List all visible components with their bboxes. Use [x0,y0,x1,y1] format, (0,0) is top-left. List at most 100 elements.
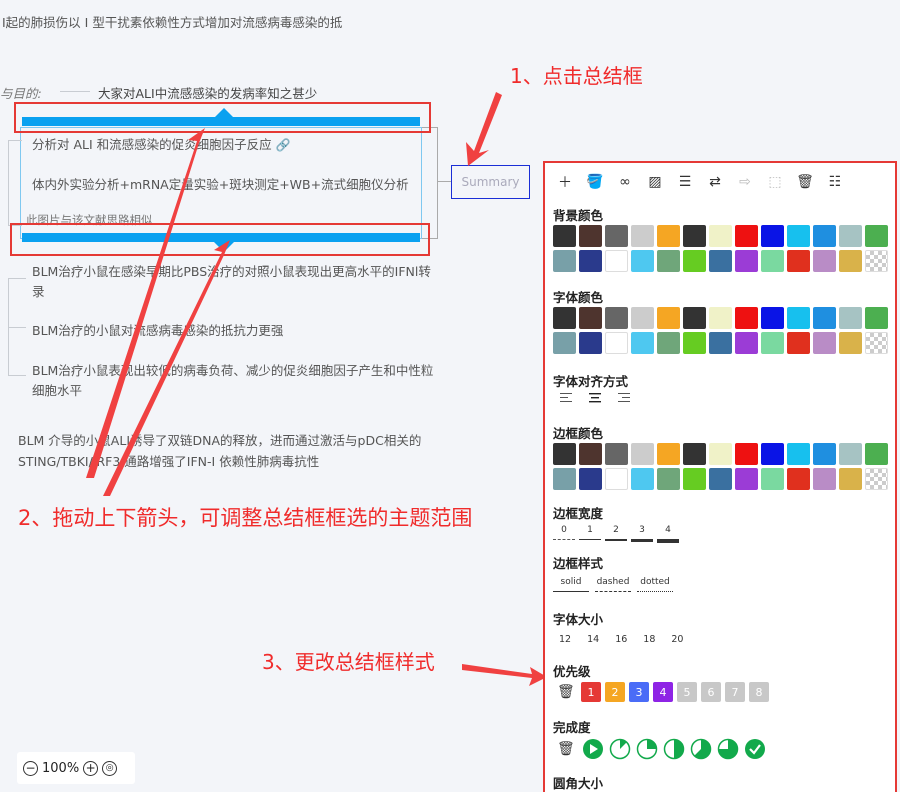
color-swatch[interactable] [657,332,680,354]
zoom-in-icon[interactable]: + [83,760,99,776]
dashed-box-icon[interactable]: ⬚ [763,171,787,193]
border-width-option[interactable]: 1 [579,525,601,543]
progress-half-icon[interactable] [663,738,685,760]
color-swatch[interactable] [683,250,706,272]
border-width-option[interactable]: 4 [657,525,679,543]
color-swatch[interactable] [657,443,680,465]
color-swatch[interactable] [709,307,732,329]
color-swatch[interactable] [579,250,602,272]
color-swatch[interactable] [605,468,628,490]
color-swatch[interactable] [839,468,862,490]
link-icon[interactable]: ∞ [613,171,637,193]
color-swatch[interactable] [553,332,576,354]
progress-three-quarter-icon[interactable] [717,738,739,760]
progress-done-icon[interactable] [744,738,766,760]
color-swatch[interactable] [787,307,810,329]
color-swatch[interactable] [761,250,784,272]
color-swatch[interactable] [631,307,654,329]
color-swatch[interactable] [735,443,758,465]
color-swatch[interactable] [839,443,862,465]
color-swatch[interactable] [787,225,810,247]
color-swatch[interactable] [579,225,602,247]
color-swatch-none[interactable] [865,332,888,354]
color-swatch[interactable] [657,468,680,490]
priority-8[interactable]: 8 [749,682,769,702]
color-swatch[interactable] [605,250,628,272]
color-swatch[interactable] [709,443,732,465]
paint-bucket-icon[interactable]: 🪣 [583,171,607,193]
tag-icon[interactable]: ⇨ [733,171,757,193]
color-swatch[interactable] [761,332,784,354]
color-swatch[interactable] [735,307,758,329]
priority-5[interactable]: 5 [677,682,697,702]
priority-1[interactable]: 1 [581,682,601,702]
image-icon[interactable]: ▨ [643,171,667,193]
priority-2[interactable]: 2 [605,682,625,702]
locate-center-icon[interactable]: ◎ [102,760,118,776]
color-swatch[interactable] [787,332,810,354]
color-swatch[interactable] [631,225,654,247]
color-swatch-none[interactable] [865,250,888,272]
trash-icon[interactable]: 🗑 [557,684,577,700]
color-swatch[interactable] [605,443,628,465]
color-swatch[interactable] [657,250,680,272]
font-size-option[interactable]: 12 [559,634,571,645]
color-swatch[interactable] [553,443,576,465]
color-swatch[interactable] [761,468,784,490]
color-swatch[interactable] [813,332,836,354]
structure-icon[interactable]: ☷ [823,171,847,193]
note-icon[interactable]: ☰ [673,171,697,193]
border-style-dotted[interactable]: dotted [637,577,673,592]
color-swatch[interactable] [787,250,810,272]
priority-4[interactable]: 4 [653,682,673,702]
color-swatch[interactable] [709,250,732,272]
border-width-option[interactable]: 2 [605,525,627,543]
color-swatch-none[interactable] [865,468,888,490]
color-swatch[interactable] [709,332,732,354]
color-swatch[interactable] [735,250,758,272]
font-size-option[interactable]: 14 [587,634,599,645]
color-swatch[interactable] [657,225,680,247]
color-swatch[interactable] [683,468,706,490]
color-swatch[interactable] [683,443,706,465]
relation-icon[interactable]: ⇄ [703,171,727,193]
align-center-icon[interactable] [588,393,602,403]
color-swatch[interactable] [787,468,810,490]
color-swatch[interactable] [605,225,628,247]
color-swatch[interactable] [735,225,758,247]
color-swatch[interactable] [839,225,862,247]
zoom-out-icon[interactable]: − [23,760,38,776]
color-swatch[interactable] [553,307,576,329]
color-swatch[interactable] [761,307,784,329]
color-swatch[interactable] [657,307,680,329]
color-swatch[interactable] [579,307,602,329]
color-swatch[interactable] [553,468,576,490]
progress-five-eighths-icon[interactable] [690,738,712,760]
color-swatch[interactable] [709,225,732,247]
align-left-icon[interactable] [560,393,574,403]
progress-start-icon[interactable] [582,738,604,760]
color-swatch[interactable] [579,468,602,490]
color-swatch[interactable] [787,443,810,465]
color-swatch[interactable] [761,225,784,247]
progress-quarter-icon[interactable] [636,738,658,760]
color-swatch[interactable] [839,307,862,329]
color-swatch[interactable] [761,443,784,465]
color-swatch[interactable] [865,307,888,329]
color-swatch[interactable] [683,225,706,247]
border-style-dashed[interactable]: dashed [595,577,631,592]
priority-6[interactable]: 6 [701,682,721,702]
color-swatch[interactable] [735,332,758,354]
color-swatch[interactable] [865,225,888,247]
color-swatch[interactable] [709,468,732,490]
color-swatch[interactable] [683,332,706,354]
color-swatch[interactable] [813,225,836,247]
progress-1-8-icon[interactable] [609,738,631,760]
priority-7[interactable]: 7 [725,682,745,702]
trash-icon[interactable]: 🗑 [793,171,817,193]
border-width-option[interactable]: 0 [553,525,575,543]
color-swatch[interactable] [683,307,706,329]
color-swatch[interactable] [605,307,628,329]
color-swatch[interactable] [631,443,654,465]
color-swatch[interactable] [813,307,836,329]
